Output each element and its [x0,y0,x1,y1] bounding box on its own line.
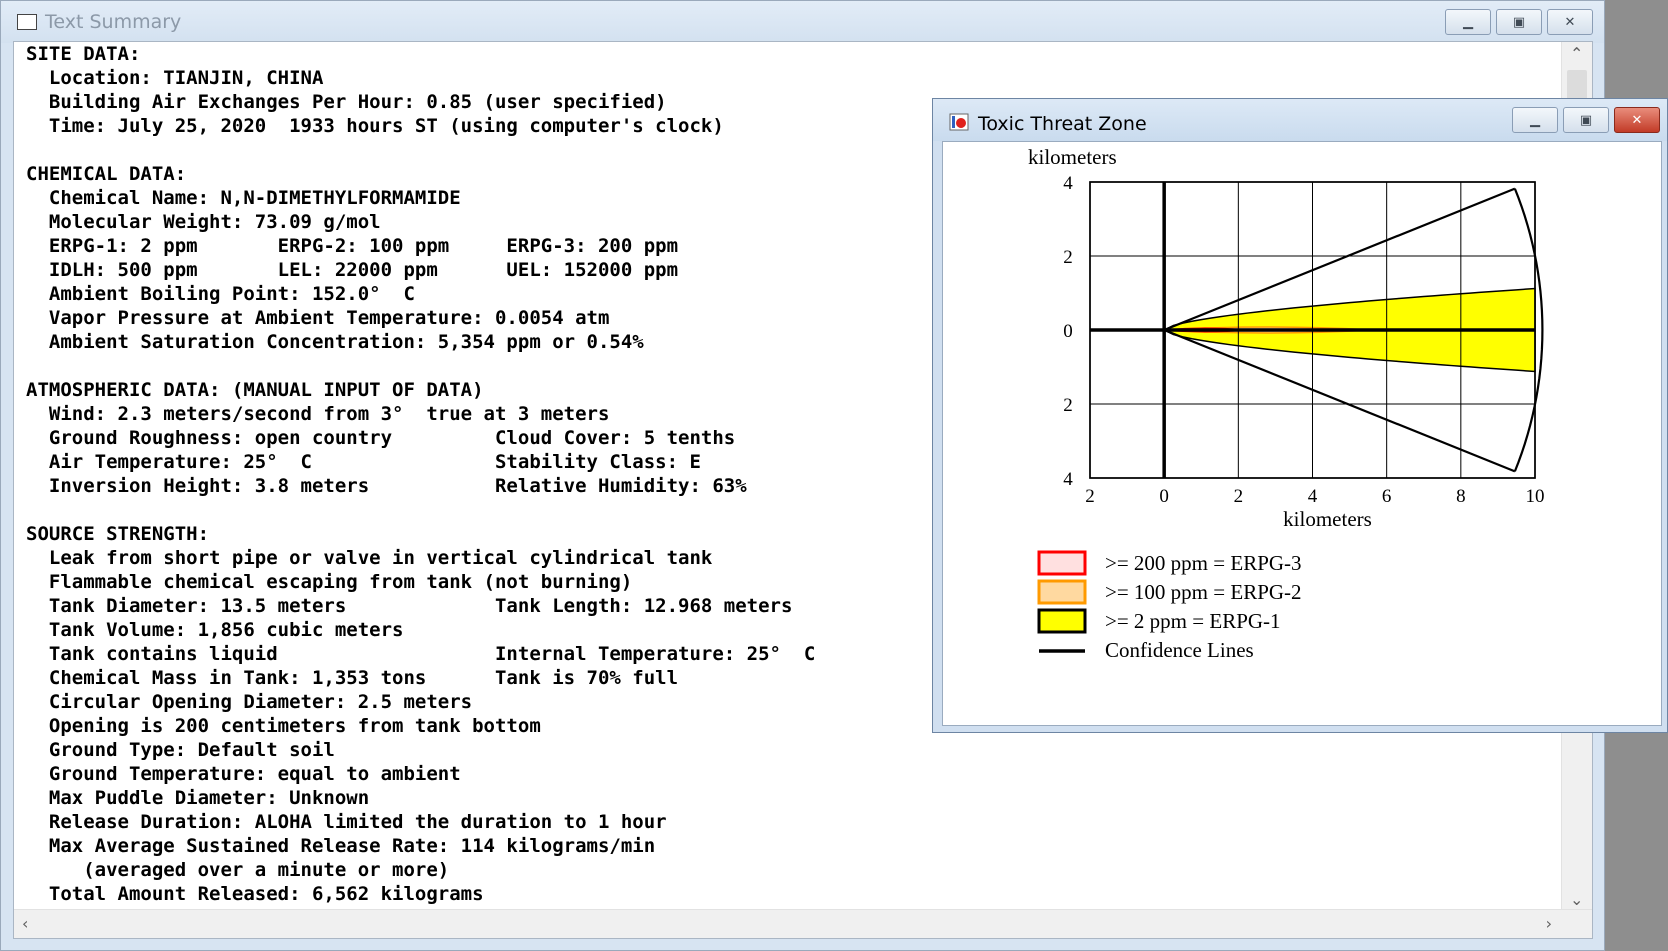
threat-close-button[interactable]: ✕ [1614,107,1660,133]
summary-line: ATMOSPHERIC DATA: (MANUAL INPUT OF DATA) [26,379,484,401]
legend-label: >= 100 ppm = ERPG-2 [1105,580,1302,604]
summary-line: IDLH: 500 ppm LEL: 22000 ppm UEL: 152000… [26,259,679,281]
scroll-left-icon[interactable]: ‹ [22,914,28,933]
close-icon: ✕ [1564,14,1576,30]
y-tick-label: 0 [1063,321,1073,342]
summary-line: Tank contains liquid Internal Temperatur… [26,643,816,665]
summary-line: Chemical Name: N,N-DIMETHYLFORMAMIDE [26,187,461,209]
summary-line: Inversion Height: 3.8 meters Relative Hu… [26,475,747,497]
summary-line: Time: July 25, 2020 1933 hours ST (using… [26,115,724,137]
scroll-right-icon[interactable]: › [1546,914,1552,933]
summary-line: Ground Type: Default soil [26,739,335,761]
text-summary-title: Text Summary [45,11,182,33]
summary-text: SITE DATA: Location: TIANJIN, CHINA Buil… [26,42,815,906]
summary-line: Ambient Saturation Concentration: 5,354 … [26,331,644,353]
x-tick-label: 2 [1234,486,1244,507]
summary-line: Wind: 2.3 meters/second from 3° true at … [26,403,610,425]
summary-line: Molecular Weight: 73.09 g/mol [26,211,381,233]
threat-minimize-button[interactable]: ▁ [1512,107,1558,133]
x-tick-label: 8 [1456,486,1466,507]
summary-line: Ambient Boiling Point: 152.0° C [26,283,415,305]
x-tick-label: 2 [1085,486,1095,507]
summary-line: Building Air Exchanges Per Hour: 0.85 (u… [26,91,667,113]
x-tick-label: 6 [1382,486,1392,507]
y-tick-label: 2 [1063,247,1073,268]
summary-line: Flammable chemical escaping from tank (n… [26,571,633,593]
threat-zone-chart: 420242 0 2 4 6 8 10kilometerskilometers>= 200 … [1028,145,1545,662]
close-icon: ✕ [1631,112,1643,128]
legend-label: Confidence Lines [1105,638,1254,662]
summary-line: Tank Volume: 1,856 cubic meters [26,619,404,641]
summary-line: Total Amount Released: 6,562 kilograms [26,883,484,905]
text-window-icon [17,14,37,30]
summary-line: Ground Temperature: equal to ambient [26,763,461,785]
summary-line: Air Temperature: 25° C Stability Class: … [26,451,701,473]
summary-line: Tank Diameter: 13.5 meters Tank Length: … [26,595,793,617]
summary-line: Vapor Pressure at Ambient Temperature: 0… [26,307,610,329]
summary-line: Opening is 200 centimeters from tank bot… [26,715,541,737]
aloha-app-icon [949,113,969,131]
threat-maximize-button[interactable]: ▣ [1563,107,1609,133]
threat-zone-titlebar[interactable]: Toxic Threat Zone ▁ ▣ ✕ [933,99,1667,141]
minimize-button[interactable]: ▁ [1445,9,1491,35]
minimize-icon: ▁ [1463,14,1473,30]
y-tick-label: 4 [1063,469,1073,490]
text-summary-titlebar[interactable]: Text Summary ▁ ▣ ✕ [1,1,1604,43]
legend-swatch-erpg2 [1037,579,1087,605]
threat-zone-plot-area: 4 2 0 2 4 2 0 2 4 6 8 10 kilometers kilometers >= 200 … [942,141,1662,726]
summary-line: ERPG-1: 2 ppm ERPG-2: 100 ppm ERPG-3: 20… [26,235,679,257]
summary-line: Leak from short pipe or valve in vertica… [26,547,713,569]
horizontal-scrollbar[interactable]: ‹ › [14,909,1592,938]
summary-line: CHEMICAL DATA: [26,163,187,185]
legend-swatch-erpg3 [1037,550,1087,576]
x-tick-label: 10 [1526,486,1545,507]
maximize-icon: ▣ [1512,14,1526,30]
summary-line: Release Duration: ALOHA limited the dura… [26,811,667,833]
x-tick-label: 0 [1159,486,1169,507]
threat-zone-title: Toxic Threat Zone [978,113,1147,135]
y-tick-label: 2 [1063,395,1073,416]
scroll-down-icon[interactable]: ⌄ [1570,890,1583,909]
summary-line: (averaged over a minute or more) [26,859,450,881]
maximize-button[interactable]: ▣ [1496,9,1542,35]
legend-label: >= 2 ppm = ERPG-1 [1105,609,1281,633]
y-tick-label: 4 [1063,173,1073,194]
x-axis-label: kilometers [1283,507,1372,531]
legend-swatch-erpg1 [1037,608,1087,634]
summary-line: Max Average Sustained Release Rate: 114 … [26,835,656,857]
maximize-icon: ▣ [1579,112,1593,128]
scroll-up-icon[interactable]: ⌃ [1570,44,1583,63]
y-axis-label: kilometers [1028,145,1117,169]
summary-line: Chemical Mass in Tank: 1,353 tons Tank i… [26,667,679,689]
close-button[interactable]: ✕ [1547,9,1593,35]
minimize-icon: ▁ [1530,112,1540,128]
summary-line: Max Puddle Diameter: Unknown [26,787,370,809]
scroll-thumb[interactable] [1567,70,1587,100]
toxic-threat-zone-window: Toxic Threat Zone ▁ ▣ ✕ 4 2 0 2 4 2 0 2 4 6 8 10 kil… [932,98,1668,733]
summary-line: SOURCE STRENGTH: [26,523,210,545]
summary-line: Ground Roughness: open country Cloud Cov… [26,427,736,449]
summary-line: Circular Opening Diameter: 2.5 meters [26,691,473,713]
summary-line: SITE DATA: [26,43,141,65]
legend-label: >= 200 ppm = ERPG-3 [1105,551,1302,575]
x-tick-label: 4 [1308,486,1318,507]
summary-line: Location: TIANJIN, CHINA [26,67,324,89]
